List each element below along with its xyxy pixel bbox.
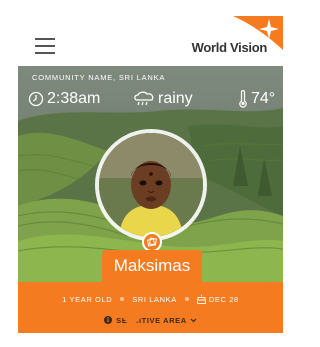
separator-dot	[120, 297, 125, 301]
weather-condition: rainy	[133, 90, 193, 108]
info-icon	[104, 316, 113, 324]
child-details: 1 YEAR OLD SRI LANKA DEC 28	[18, 293, 283, 305]
local-time: 2:38am	[28, 90, 100, 108]
hamburger-menu-icon[interactable]	[35, 38, 55, 54]
birthday-cake-icon	[196, 294, 206, 304]
chevron-down-icon	[190, 318, 197, 322]
child-name: Maksimas	[102, 250, 202, 282]
gallery-button[interactable]	[142, 232, 162, 252]
child-info-bar: 1 YEAR OLD SRI LANKA DEC 28 SENSITIVE AR…	[18, 282, 283, 333]
photos-icon	[147, 237, 157, 247]
child-photo[interactable]	[95, 129, 207, 241]
child-age: 1 YEAR OLD	[62, 294, 113, 304]
community-name: COMMUNITY NAME, SRI LANKA	[32, 73, 166, 82]
temperature-text: 74°	[251, 90, 276, 107]
separator-dot	[184, 297, 189, 301]
app-header: World Vision	[18, 16, 283, 66]
sensitive-area-toggle[interactable]: SENSITIVE AREA	[18, 314, 283, 326]
logo-text: World Vision	[191, 40, 268, 55]
child-profile-card: World Vision COMMUNITY NAME, SRI LANKA 2…	[18, 16, 283, 333]
temperature: 74°	[238, 90, 275, 108]
child-portrait	[99, 133, 203, 237]
clock-icon	[28, 91, 44, 107]
hero-banner: COMMUNITY NAME, SRI LANKA 2:38am rainy 7…	[18, 66, 283, 282]
child-birthday: DEC 28	[208, 294, 239, 304]
time-text: 2:38am	[47, 90, 101, 107]
world-vision-logo[interactable]: World Vision	[178, 16, 283, 66]
info-bar-pointer	[122, 317, 142, 327]
rain-cloud-icon	[134, 91, 154, 106]
child-country: SRI LANKA	[132, 294, 177, 304]
thermometer-icon	[239, 90, 247, 108]
weather-row: 2:38am rainy 74°	[28, 90, 278, 114]
condition-text: rainy	[158, 90, 193, 107]
